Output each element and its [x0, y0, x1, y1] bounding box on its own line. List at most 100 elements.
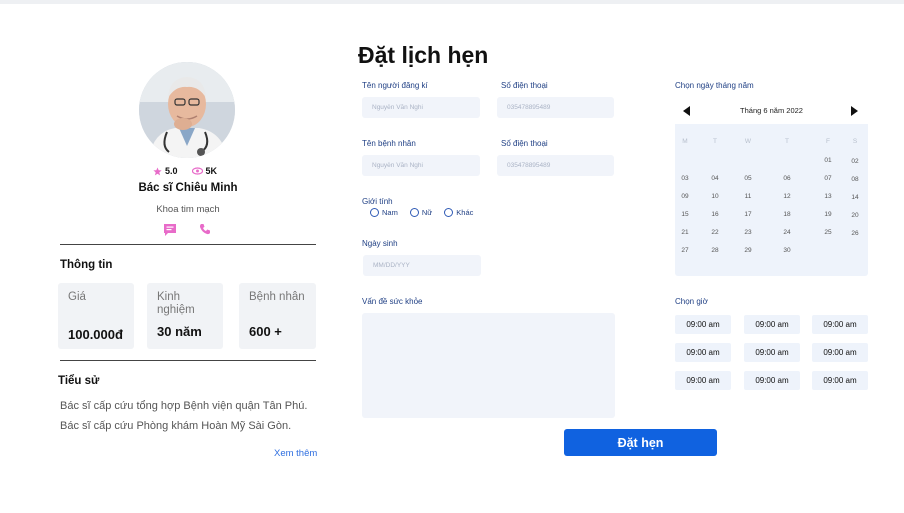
- weekday-label: S: [852, 138, 858, 145]
- price-label: Giá: [68, 291, 86, 303]
- patients-card: Bệnh nhân 600 +: [239, 283, 316, 349]
- calendar-day[interactable]: 17: [736, 211, 760, 218]
- patient-phone-label: Số điện thoại: [501, 139, 548, 148]
- gender-label: Giới tính: [362, 197, 393, 206]
- gender-option-label: Nam: [382, 208, 398, 217]
- divider: [60, 360, 316, 361]
- doctor-department: Khoa tim mạch: [156, 204, 220, 215]
- time-slot[interactable]: 09:00 am: [744, 343, 800, 362]
- rating-value: 5.0: [165, 166, 178, 176]
- phone-label: Số điện thoại: [501, 81, 548, 90]
- patients-label: Bệnh nhân: [249, 291, 305, 303]
- calendar-day[interactable]: 10: [703, 193, 727, 200]
- radio-icon[interactable]: [409, 208, 419, 217]
- calendar-day[interactable]: 30: [775, 247, 799, 254]
- weekday-label: T: [713, 138, 717, 145]
- doctor-stats: 5.0 5K: [153, 166, 217, 176]
- time-slot[interactable]: 09:00 am: [675, 371, 731, 390]
- time-slot[interactable]: 09:00 am: [675, 343, 731, 362]
- registrant-input[interactable]: [362, 97, 480, 118]
- weekday-label: M: [682, 138, 688, 145]
- book-button[interactable]: Đặt hẹn: [564, 429, 717, 456]
- gender-option-male[interactable]: Nam: [370, 208, 398, 217]
- registrant-label: Tên người đăng kí: [362, 81, 428, 90]
- see-more-link[interactable]: Xem thêm: [274, 448, 317, 459]
- price-card: Giá 100.000đ: [58, 283, 134, 349]
- calendar-day[interactable]: 19: [816, 211, 840, 218]
- calendar-day[interactable]: 15: [673, 211, 697, 218]
- doctor-name: Bác sĩ Chiêu Minh: [138, 182, 238, 194]
- views: 5K: [191, 166, 218, 176]
- calendar-day[interactable]: 28: [703, 247, 727, 254]
- calendar-day[interactable]: 09: [673, 193, 697, 200]
- time-slot[interactable]: 09:00 am: [812, 371, 868, 390]
- patient-input[interactable]: [362, 155, 480, 176]
- time-slot[interactable]: 09:00 am: [675, 315, 731, 334]
- time-slot[interactable]: 09:00 am: [812, 315, 868, 334]
- dob-label: Ngày sinh: [362, 239, 398, 248]
- calendar-header: Tháng 6 năm 2022: [675, 98, 868, 124]
- phone-input[interactable]: [497, 97, 614, 118]
- radio-icon[interactable]: [444, 208, 454, 217]
- calendar-day[interactable]: 27: [673, 247, 697, 254]
- calendar-day[interactable]: 24: [775, 229, 799, 236]
- doctor-avatar: [139, 62, 235, 158]
- time-slot[interactable]: 09:00 am: [812, 343, 868, 362]
- price-value: 100.000đ: [68, 327, 123, 342]
- eye-icon: [191, 167, 203, 175]
- calendar-day[interactable]: 22: [703, 229, 727, 236]
- calendar-day[interactable]: 26: [843, 230, 867, 237]
- calendar-day[interactable]: 03: [673, 175, 697, 182]
- calendar-day[interactable]: 08: [843, 176, 867, 183]
- calendar-month-title: Tháng 6 năm 2022: [740, 106, 803, 115]
- calendar-day[interactable]: 13: [816, 193, 840, 200]
- calendar-day[interactable]: 29: [736, 247, 760, 254]
- health-label: Vấn đề sức khỏe: [362, 297, 423, 306]
- views-value: 5K: [205, 166, 218, 176]
- calendar-day[interactable]: 21: [673, 229, 697, 236]
- calendar-day[interactable]: 16: [703, 211, 727, 218]
- calendar-day[interactable]: 25: [816, 229, 840, 236]
- date-calendar: Tháng 6 năm 2022 M T W T F S 01 02 03 04 05 06 07 08 0…: [675, 98, 868, 276]
- time-label: Chọn giờ: [675, 297, 708, 306]
- calendar-day[interactable]: 07: [816, 175, 840, 182]
- calendar-day[interactable]: 01: [816, 157, 840, 164]
- experience-value: 30 năm: [157, 324, 202, 339]
- date-label: Chọn ngày tháng năm: [675, 81, 754, 90]
- calendar-day[interactable]: 04: [703, 175, 727, 182]
- calendar-day[interactable]: 05: [736, 175, 760, 182]
- calendar-day[interactable]: 20: [843, 212, 867, 219]
- gender-option-other[interactable]: Khác: [444, 208, 473, 217]
- weekday-label: T: [785, 138, 789, 145]
- page-title: Đặt lịch hẹn: [358, 42, 489, 68]
- contact-actions: [163, 223, 211, 237]
- gender-option-label: Nữ: [421, 208, 433, 217]
- calendar-day[interactable]: 06: [775, 175, 799, 182]
- radio-icon[interactable]: [370, 208, 379, 217]
- calendar-day[interactable]: 23: [736, 229, 760, 236]
- weekday-label: W: [744, 138, 752, 145]
- time-slot[interactable]: 09:00 am: [744, 371, 800, 390]
- calendar-day[interactable]: 12: [775, 193, 799, 200]
- gender-options: Nam Nữ Khác: [370, 208, 473, 217]
- calendar-day[interactable]: 14: [843, 194, 867, 201]
- calendar-day[interactable]: 11: [736, 193, 760, 200]
- experience-label: Kinh nghiệm: [157, 291, 195, 316]
- next-month-icon[interactable]: [851, 106, 858, 116]
- top-border: [0, 0, 904, 4]
- rating: 5.0: [153, 166, 178, 176]
- dob-input[interactable]: [363, 255, 481, 276]
- message-icon[interactable]: [163, 223, 177, 237]
- phone-icon[interactable]: [199, 223, 211, 235]
- calendar-day[interactable]: 18: [775, 211, 799, 218]
- history-line: Bác sĩ cấp cứu Phòng khám Hoàn Mỹ Sài Gò…: [60, 420, 292, 432]
- patients-value: 600 +: [249, 324, 282, 339]
- gender-option-female[interactable]: Nữ: [409, 208, 433, 217]
- health-textarea[interactable]: [362, 313, 615, 418]
- history-line: Bác sĩ cấp cứu tổng hợp Bệnh viện quận T…: [60, 400, 308, 412]
- time-slot[interactable]: 09:00 am: [744, 315, 800, 334]
- patient-phone-input[interactable]: [497, 155, 614, 176]
- calendar-day[interactable]: 02: [843, 158, 867, 165]
- gender-option-label: Khác: [456, 208, 474, 217]
- divider: [60, 244, 316, 245]
